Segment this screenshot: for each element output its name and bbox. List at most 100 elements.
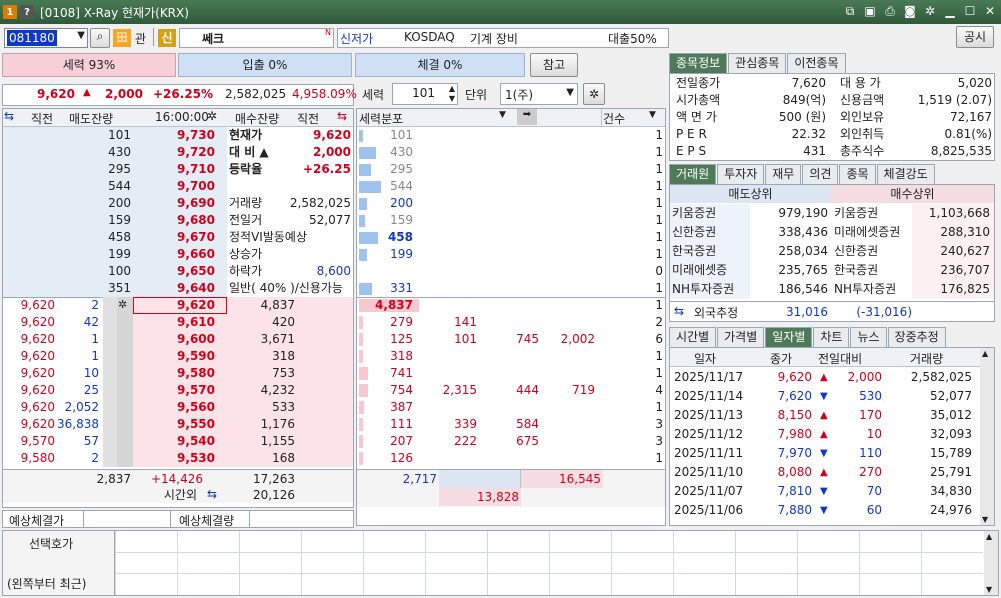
buy-broker-name[interactable]: 미래에셋증권 [834,224,900,241]
tab-watchlist[interactable]: 관심종목 [728,53,787,73]
help-icon[interactable]: ? [20,5,34,19]
ask-price[interactable]: 9,720 [133,144,215,161]
chevron-down-icon[interactable]: ▼ [649,110,656,120]
gear-icon[interactable]: ✲ [923,3,937,19]
scroll-up-icon[interactable]: ▲ [986,532,992,541]
force-bid-value: 101 [454,332,477,346]
force-count: 1 [655,400,663,414]
ask-qty: 101 [108,128,131,142]
search-icon[interactable]: ⌕ [90,28,110,48]
force-stepper[interactable]: 101 ▲ ▼ [392,83,458,105]
tab-by-time[interactable]: 시간별 [669,327,717,347]
bid-price[interactable]: 9,570 [133,382,215,399]
link-icon[interactable]: ⧉ [843,3,857,19]
bid-price[interactable]: 9,550 [133,416,215,433]
swap-arrows-icon[interactable]: ⇆ [674,304,684,318]
force-bid-value: 125 [390,332,413,346]
tab-previous[interactable]: 이전종목 [787,53,846,73]
ask-price[interactable]: 9,730 [133,127,215,144]
orderbook-scrollbar-track[interactable] [117,297,133,467]
tab-chart[interactable]: 차트 [813,327,850,347]
bid-price[interactable]: 9,580 [133,365,215,382]
market-info: 신저가 KOSDAQ 기계 장비 대출50% [337,28,669,48]
sell-broker-name[interactable]: 한국증권 [672,243,716,260]
ask-price[interactable]: 9,680 [133,212,215,229]
bid-price[interactable]: 9,600 [133,331,215,348]
daily-volume: 2,582,025 [910,370,972,384]
maximize-icon[interactable]: ☐ [963,3,977,19]
ask-price[interactable]: 9,690 [133,195,215,212]
ask-price[interactable]: 9,700 [133,178,215,195]
ask-price[interactable]: 9,710 [133,161,215,178]
chevron-down-icon[interactable]: ▼ [499,110,506,120]
copy-icon[interactable]: ▣ [863,3,877,19]
tab-news[interactable]: 뉴스 [850,327,887,347]
force-bid-value: 141 [454,315,477,329]
force-count: 1 [655,451,663,465]
bid-price[interactable]: 9,590 [133,348,215,365]
daily-scrollbar[interactable]: ▲ ▼ [980,348,994,525]
info-value-right: 72,167 [950,110,992,124]
orderbook-scrollbar[interactable] [103,297,117,467]
divider [357,297,665,298]
buy-broker-name[interactable]: 한국증권 [834,262,878,279]
ask-qty: 430 [108,145,131,159]
bid-price[interactable]: 9,560 [133,399,215,416]
ask-price[interactable]: 9,650 [133,263,215,280]
bid-qty: 1,155 [260,434,295,448]
buy-broker-name[interactable]: 키움증권 [834,205,878,222]
bottom-scrollbar[interactable]: ▲ ▼ [984,531,998,595]
unit-select[interactable]: 1(주) ▼ [500,83,578,105]
tab-finance[interactable]: 재무 [765,164,802,184]
tab-opinion[interactable]: 의견 [802,164,839,184]
buy-broker-name[interactable]: NH투자증권 [834,281,896,298]
buy-broker-volume: 240,627 [940,244,990,258]
gear-icon[interactable]: ✲ [207,109,217,123]
badge-kwan[interactable]: 관 [135,30,146,47]
ask-price[interactable]: 9,670 [133,229,215,246]
scroll-up-icon[interactable]: ▲ [982,349,988,358]
force-count: 1 [655,247,663,261]
bid-price[interactable]: 9,530 [133,450,215,467]
print-icon[interactable]: ⎙ [883,3,897,19]
scroll-down-icon[interactable]: ▼ [986,585,992,594]
swap-arrows-icon[interactable]: ⇆ [4,109,14,123]
tab-strength[interactable]: 체결강도 [876,164,935,184]
settings-gear-icon[interactable]: ✲ [583,83,605,105]
force-count: 1 [655,230,663,244]
news-icon[interactable]: 田 [113,29,131,47]
ask-price[interactable]: 9,640 [133,280,215,297]
sell-broker-name[interactable]: 신한증권 [672,224,716,241]
close-icon[interactable]: ✕ [983,3,997,19]
scroll-down-icon[interactable]: ▼ [982,515,988,524]
ask-price[interactable]: 9,660 [133,246,215,263]
tab-by-price[interactable]: 가격별 [717,327,765,347]
tab-intraday[interactable]: 장중추정 [887,327,946,347]
tab-stock-info[interactable]: 종목정보 [669,53,728,73]
tab-broker[interactable]: 거래원 [669,164,717,184]
tab-investor[interactable]: 투자자 [717,164,765,184]
chevron-down-icon[interactable]: ▼ [77,30,85,41]
stock-code-input[interactable]: 081180 ▼ [4,28,88,48]
camera-icon[interactable]: ◙ [903,3,917,19]
window-number-icon[interactable]: 1 [3,5,17,19]
arrow-right-icon[interactable]: ➡ [517,109,537,125]
gear-icon[interactable]: ✲ [118,298,127,311]
swap-arrows-icon[interactable]: ⇆ [207,487,217,501]
daily-header: 일자 종가 전일대비 거래량 [670,348,980,367]
reference-button[interactable]: 참고 [530,53,578,77]
sell-broker-name[interactable]: NH투자증권 [672,281,734,298]
bid-price[interactable]: 9,540 [133,433,215,450]
minimize-icon[interactable]: ▁ [943,3,957,19]
info-label-right: 외인취득 [840,127,885,141]
title-bar: 1 ? [0108] X-Ray 현재가(KRX) ⧉ ▣ ⎙ ◙ ✲ ▁ ☐ … [0,0,1001,24]
notice-button[interactable]: 공시 [956,26,994,48]
tab-by-date[interactable]: 일자별 [765,327,813,347]
sell-broker-name[interactable]: 미래에셋증 [672,262,727,279]
swap-arrows-icon[interactable]: ⇆ [337,109,347,123]
buy-broker-name[interactable]: 신한증권 [834,243,878,260]
sell-broker-name[interactable]: 키움증권 [672,205,716,222]
tab-item[interactable]: 종목 [839,164,876,184]
daily-change: 110 [859,446,882,460]
bid-price[interactable]: 9,610 [133,314,215,331]
